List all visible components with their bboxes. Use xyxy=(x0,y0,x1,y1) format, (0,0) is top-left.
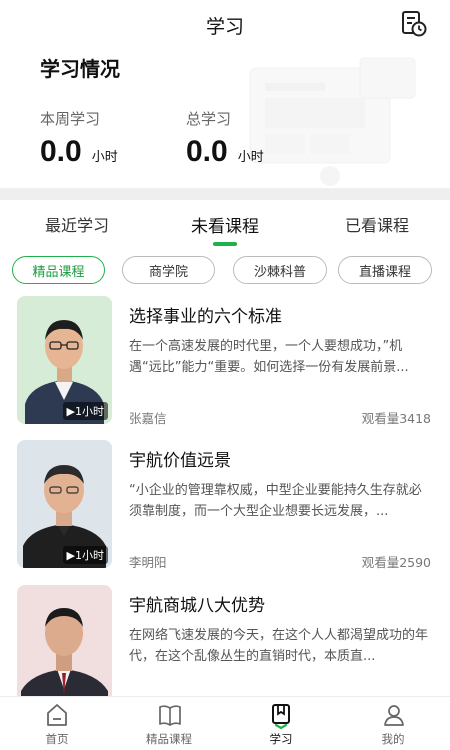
study-icon xyxy=(272,704,290,729)
total-study-stat: 总学习 0.0 小时 xyxy=(186,108,264,169)
active-tab-indicator xyxy=(213,242,237,246)
course-views: 观看量2590 xyxy=(361,555,431,570)
tab-recent[interactable]: 最近学习 xyxy=(45,212,109,236)
weekly-study-value: 0.0 xyxy=(40,135,82,168)
course-description: 在网络飞速发展的今天，在这个人人都渴望成功的年代，在这个乱像丛生的直销时代，本质… xyxy=(129,628,429,664)
nav-premium-courses-label: 精品课程 xyxy=(146,732,192,746)
nav-mine[interactable]: 我的 xyxy=(348,697,438,750)
course-description: “小企业的管理靠权威，中型企业要能持久生存就必须靠制度，而一个大型企业想要长远发… xyxy=(129,483,422,519)
duration-badge: ▶1小时 xyxy=(62,402,108,420)
total-study-label: 总学习 xyxy=(186,110,232,128)
weekly-study-stat: 本周学习 0.0 小时 xyxy=(40,108,118,169)
course-thumbnail xyxy=(17,585,112,713)
study-history-icon[interactable] xyxy=(400,10,428,38)
category-filter: 精品课程 商学院 沙棘科普 直播课程 xyxy=(0,256,450,286)
nav-premium-courses[interactable]: 精品课程 xyxy=(124,697,214,750)
nav-home-label: 首页 xyxy=(45,732,69,746)
course-author: 李明阳 xyxy=(129,555,167,570)
course-card[interactable]: ▶1小时 宇航价值远景 “小企业的管理靠权威，中型企业要能持久生存就必须靠制度，… xyxy=(0,440,450,580)
course-views: 观看量3418 xyxy=(361,411,431,426)
nav-mine-label: 我的 xyxy=(381,732,405,746)
chip-premium-courses[interactable]: 精品课程 xyxy=(12,256,105,284)
course-title[interactable]: 宇航商城八大优势 xyxy=(129,591,265,616)
nav-home[interactable]: 首页 xyxy=(12,697,102,750)
weekly-study-unit: 小时 xyxy=(91,150,118,165)
presenter-photo xyxy=(17,585,112,713)
course-description: 在一个高速发展的时代里，一个人要想成功，”机遇“远比”能力“重要。如何选择一份有… xyxy=(129,339,409,375)
bottom-navigation: 首页 精品课程 学习 我的 xyxy=(0,696,450,750)
book-icon xyxy=(159,705,181,726)
tab-unwatched[interactable]: 未看课程 xyxy=(191,212,259,237)
nav-study[interactable]: 学习 xyxy=(236,697,326,750)
course-thumbnail: ▶1小时 xyxy=(17,296,112,424)
user-icon xyxy=(384,705,404,726)
course-thumbnail: ▶1小时 xyxy=(17,440,112,568)
course-tabs: 最近学习 未看课程 已看课程 xyxy=(0,200,450,246)
section-divider xyxy=(0,188,450,200)
page-title: 学习 xyxy=(205,16,244,38)
chip-live-courses[interactable]: 直播课程 xyxy=(338,256,432,284)
total-study-value: 0.0 xyxy=(186,135,228,168)
course-title[interactable]: 宇航价值远景 xyxy=(129,446,231,471)
weekly-study-label: 本周学习 xyxy=(40,110,101,128)
total-study-unit: 小时 xyxy=(237,150,264,165)
course-card[interactable]: ▶1小时 选择事业的六个标准 在一个高速发展的时代里，一个人要想成功，”机遇“远… xyxy=(0,296,450,436)
course-title[interactable]: 选择事业的六个标准 xyxy=(129,302,282,327)
nav-study-label: 学习 xyxy=(269,732,293,746)
duration-badge: ▶1小时 xyxy=(62,546,108,564)
chip-business-school[interactable]: 商学院 xyxy=(122,256,215,284)
chip-seabuckthorn-science[interactable]: 沙棘科普 xyxy=(233,256,327,284)
study-stats-panel: 学习情况 本周学习 0.0 小时 总学习 0.0 小时 xyxy=(0,48,450,188)
stats-title: 学习情况 xyxy=(40,57,120,81)
tab-watched[interactable]: 已看课程 xyxy=(345,212,409,236)
home-icon xyxy=(47,704,67,726)
course-author: 张嘉信 xyxy=(129,411,167,426)
app-header: 学习 xyxy=(0,0,450,48)
